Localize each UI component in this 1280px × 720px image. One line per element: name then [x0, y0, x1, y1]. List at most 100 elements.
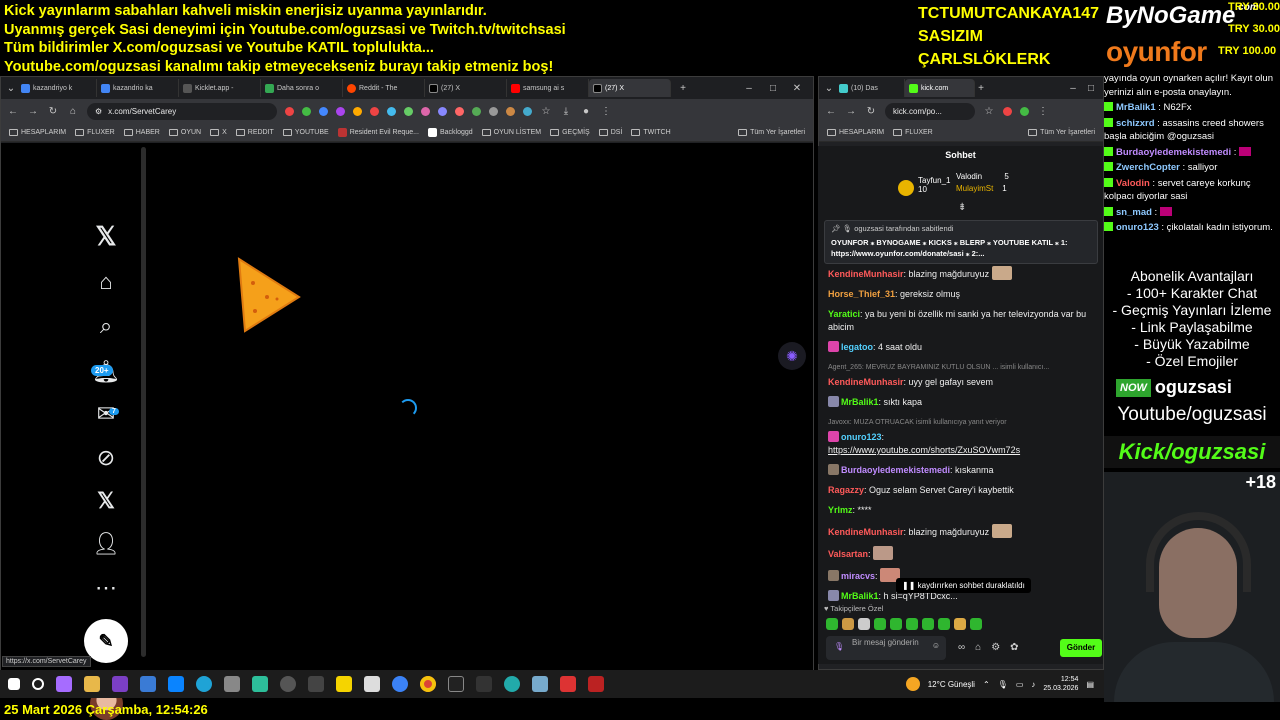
- store-icon[interactable]: ⌂: [975, 642, 981, 653]
- tab-search-icon[interactable]: ⌄: [823, 83, 835, 94]
- bookmark-star-icon[interactable]: ☆: [540, 106, 552, 117]
- bookmark-folder[interactable]: YOUTUBE: [282, 128, 329, 136]
- notifications-icon[interactable]: ▤: [1086, 680, 1094, 689]
- app-icon[interactable]: [476, 676, 492, 692]
- bookmark-folder[interactable]: DSİ: [598, 128, 622, 136]
- back-icon[interactable]: ←: [7, 106, 19, 117]
- emoji-icon[interactable]: ☺: [932, 641, 940, 651]
- weather-text[interactable]: 12°C Güneşli: [928, 680, 975, 689]
- extension-icon[interactable]: [455, 106, 464, 116]
- extension-icon[interactable]: [302, 106, 311, 116]
- chat-link[interactable]: https://www.youtube.com/shorts/ZxuSOVwm7…: [828, 444, 1098, 457]
- chat-input[interactable]: 🎙︎ Bir mesaj gönderin ☺: [826, 636, 946, 660]
- onenote-icon[interactable]: [112, 676, 128, 692]
- bookmark-folder[interactable]: X: [210, 128, 227, 136]
- home-icon[interactable]: ⌂: [93, 269, 119, 295]
- bookmark-folder[interactable]: OYUN: [168, 128, 201, 136]
- expand-icon[interactable]: ⇟: [958, 202, 966, 213]
- x-logo-icon[interactable]: 𝕏: [93, 221, 119, 251]
- emote-icon[interactable]: [858, 618, 870, 630]
- bookmark-folder[interactable]: FLUXER: [75, 128, 115, 136]
- scrollbar[interactable]: [141, 147, 146, 657]
- bookmark-folder[interactable]: OYUN LİSTEM: [481, 128, 541, 136]
- browser-tab[interactable]: Kicklet.app -: [179, 79, 261, 97]
- bookmark-folder[interactable]: TWITCH: [631, 128, 671, 136]
- grok-icon[interactable]: ⊘: [93, 445, 119, 471]
- reload-icon[interactable]: ↻: [865, 106, 877, 117]
- chat-paused-notice[interactable]: ❚❚ kaydırırken sohbet duraklatıldı: [896, 578, 1031, 593]
- bookmark-folder[interactable]: HESAPLARIM: [827, 128, 884, 136]
- minimize-icon[interactable]: –: [743, 83, 755, 94]
- tab-search-icon[interactable]: ⌄: [5, 83, 17, 94]
- emote-icon[interactable]: [874, 618, 886, 630]
- remote-desktop-icon[interactable]: [140, 676, 156, 692]
- extension-icon[interactable]: [370, 106, 379, 116]
- profile-icon[interactable]: 👤︎: [92, 531, 120, 557]
- address-bar[interactable]: ⚙ x.com/ServetCarey: [87, 102, 277, 120]
- edge-icon[interactable]: [196, 676, 212, 692]
- app-icon[interactable]: [504, 676, 520, 692]
- bookmark-folder[interactable]: HABER: [123, 128, 160, 136]
- app-icon[interactable]: [252, 676, 268, 692]
- settings-icon[interactable]: ⚙: [991, 642, 1000, 653]
- bookmark-folder[interactable]: REDDIT: [235, 128, 274, 136]
- weather-icon[interactable]: [905, 677, 920, 691]
- extension-icon[interactable]: [472, 106, 481, 116]
- feather-app-icon[interactable]: [56, 676, 72, 692]
- extension-icon[interactable]: [523, 106, 532, 116]
- app-icon[interactable]: [532, 676, 548, 692]
- browser-tab[interactable]: (10) Das: [835, 79, 905, 97]
- floating-extension-icon[interactable]: ✺: [778, 342, 806, 370]
- extension-icon[interactable]: [421, 106, 430, 116]
- extension-icon[interactable]: [489, 106, 498, 116]
- vivaldi-icon[interactable]: [560, 676, 576, 692]
- extension-icon[interactable]: [438, 106, 447, 116]
- app-icon[interactable]: [392, 676, 408, 692]
- reload-icon[interactable]: ↻: [47, 106, 59, 117]
- app-icon[interactable]: [364, 676, 380, 692]
- emote-icon[interactable]: [890, 618, 902, 630]
- bookmark-folder[interactable]: GEÇMİŞ: [550, 128, 590, 136]
- browser-tab[interactable]: Reddit - The: [343, 79, 425, 97]
- browser-tab-active[interactable]: kick.com: [905, 79, 975, 97]
- extension-icon[interactable]: [319, 106, 328, 116]
- address-bar[interactable]: kick.com/po...: [885, 102, 975, 120]
- browser-tab[interactable]: kazandriyo k: [17, 79, 97, 97]
- camera-icon[interactable]: [224, 676, 240, 692]
- new-tab-icon[interactable]: +: [975, 83, 987, 94]
- emote-icon[interactable]: [922, 618, 934, 630]
- extension-icon[interactable]: [1003, 106, 1012, 116]
- post-button[interactable]: ✎: [84, 619, 128, 663]
- close-icon[interactable]: ✕: [791, 83, 803, 94]
- forward-icon[interactable]: →: [845, 106, 857, 117]
- search-icon[interactable]: ⌕: [93, 313, 119, 339]
- extension-icon[interactable]: [285, 106, 294, 116]
- back-icon[interactable]: ←: [825, 106, 837, 117]
- sticky-notes-icon[interactable]: [336, 676, 352, 692]
- extension-icon[interactable]: [336, 106, 345, 116]
- app-icon[interactable]: [280, 676, 296, 692]
- new-tab-icon[interactable]: +: [677, 83, 689, 94]
- app-icon[interactable]: [168, 676, 184, 692]
- forward-icon[interactable]: →: [27, 106, 39, 117]
- bookmark-star-icon[interactable]: ☆: [983, 106, 995, 117]
- bookmark-link[interactable]: Backloggd: [427, 127, 473, 137]
- browser-tab[interactable]: Daha sonra o: [261, 79, 343, 97]
- browser-tab[interactable]: kazandrio ka: [97, 79, 179, 97]
- maximize-icon[interactable]: □: [1085, 83, 1097, 94]
- extension-icon[interactable]: [1020, 106, 1029, 116]
- emote-icon[interactable]: [826, 618, 838, 630]
- pinned-message[interactable]: 📌︎ 🎙︎ oguzsasi tarafından sabitlendi OYU…: [824, 220, 1098, 264]
- browser-tab[interactable]: samsung ai s: [507, 79, 589, 97]
- all-bookmarks[interactable]: Tüm Yer İşaretleri: [1028, 128, 1095, 136]
- mic-icon[interactable]: 🎙︎: [998, 680, 1008, 689]
- extension-icon[interactable]: [387, 106, 396, 116]
- file-explorer-icon[interactable]: [84, 676, 100, 692]
- emote-icon[interactable]: [842, 618, 854, 630]
- more-icon[interactable]: ⋯: [93, 575, 119, 601]
- menu-icon[interactable]: ⋮: [1037, 106, 1049, 117]
- extension-icon[interactable]: [404, 106, 413, 116]
- extension-icon[interactable]: [506, 106, 515, 116]
- menu-icon[interactable]: ⋮: [600, 106, 612, 117]
- profile-icon[interactable]: ●: [580, 106, 592, 117]
